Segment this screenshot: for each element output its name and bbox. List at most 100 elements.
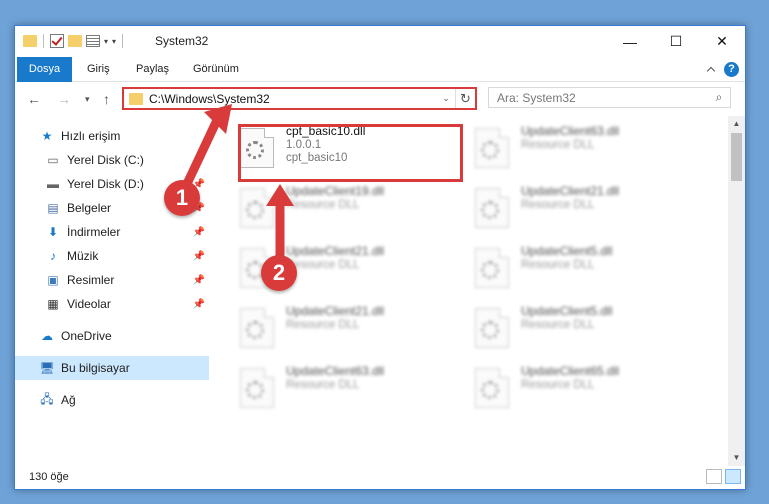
cloud-icon: ☁: [41, 329, 53, 343]
view-list-icon[interactable]: [86, 35, 100, 47]
sidebar-item-music[interactable]: ♪ Müzik 📌: [15, 244, 209, 268]
chevron-up-icon[interactable]: [706, 65, 716, 75]
list-item[interactable]: UpdateClient19.dll Resource DLL: [240, 184, 465, 242]
sidebar-item-quick-access[interactable]: ★ Hızlı erişim: [15, 124, 209, 148]
file-meta: UpdateClient63.dll Resource DLL: [286, 364, 384, 422]
address-path[interactable]: C:\Windows\System32: [149, 92, 437, 106]
sidebar-item-local-disk-c[interactable]: ▭ Yerel Disk (C:) 📌: [15, 148, 209, 172]
sidebar-item-this-pc[interactable]: 🖥 Bu bilgisayar: [15, 356, 209, 380]
sidebar-item-label: Yerel Disk (D:): [67, 177, 144, 191]
properties-check-icon[interactable]: [50, 34, 64, 48]
sidebar-item-onedrive[interactable]: ☁ OneDrive: [15, 324, 209, 348]
pin-icon[interactable]: 📌: [193, 227, 205, 238]
folder-icon: [23, 35, 37, 47]
sidebar-item-label: İndirmeler: [67, 225, 121, 239]
file-description: Resource DLL: [521, 379, 595, 391]
pin-icon[interactable]: 📌: [193, 275, 205, 286]
sidebar-item-label: Ağ: [61, 393, 76, 407]
tab-home[interactable]: Giriş: [87, 57, 110, 82]
title-bar: ▾ ▾ System32 — ☐ ✕: [15, 26, 745, 57]
gear-icon: [246, 201, 264, 219]
recent-locations-icon[interactable]: ▾: [85, 94, 90, 105]
file-name: UpdateClient21.dll: [286, 244, 385, 258]
vertical-scrollbar[interactable]: ▲ ▼: [728, 116, 745, 466]
gear-icon: [481, 321, 499, 339]
gear-icon: [246, 381, 264, 399]
file-meta: UpdateClient5.dll Resource DLL: [521, 244, 612, 302]
folder-icon: [129, 92, 143, 105]
dll-file-icon: [240, 308, 274, 348]
address-bar[interactable]: C:\Windows\System32 ⌄ ↻: [122, 87, 477, 110]
gear-icon: [481, 381, 499, 399]
sidebar-item-videos[interactable]: ▦ Videolar 📌: [15, 292, 209, 316]
sidebar-item-label: Resimler: [67, 273, 115, 287]
scroll-up-icon[interactable]: ▲: [728, 116, 745, 132]
close-button[interactable]: ✕: [699, 26, 745, 57]
sidebar-item-label: Müzik: [67, 249, 99, 263]
refresh-icon[interactable]: ↻: [455, 89, 475, 108]
step-callout-1: 1: [164, 180, 200, 216]
tab-file[interactable]: Dosya: [17, 57, 72, 82]
file-name: UpdateClient63.dll: [286, 364, 385, 378]
pin-icon[interactable]: 📌: [193, 299, 205, 310]
view-switcher: [706, 469, 741, 484]
file-meta: UpdateClient63.dll Resource DLL: [521, 124, 619, 182]
dll-file-icon: [475, 308, 509, 348]
sidebar-item-label: OneDrive: [61, 329, 112, 343]
tab-view[interactable]: Görünüm: [193, 57, 239, 82]
ribbon-tabs: Dosya Giriş Paylaş Görünüm ?: [15, 57, 745, 82]
navigation-bar: ← → ▾ ↑ C:\Windows\System32 ⌄ ↻ Ara: Sys…: [15, 83, 745, 115]
navigation-pane: ★ Hızlı erişim ▭ Yerel Disk (C:) 📌 ▬ Yer…: [15, 116, 211, 466]
pictures-icon: ▣: [47, 273, 59, 287]
download-icon: ⬇: [47, 225, 59, 239]
help-icon[interactable]: ?: [724, 62, 739, 77]
list-item[interactable]: UpdateClient21.dll Resource DLL: [475, 184, 700, 242]
list-item[interactable]: UpdateClient65.dll Resource DLL: [475, 364, 700, 422]
dll-file-icon: [475, 368, 509, 408]
scroll-down-icon[interactable]: ▼: [728, 450, 745, 466]
list-item[interactable]: UpdateClient5.dll Resource DLL: [475, 304, 700, 362]
sidebar-item-network[interactable]: 🖧 Ağ: [15, 388, 209, 412]
tab-share[interactable]: Paylaş: [136, 57, 169, 82]
file-explorer-window: ▾ ▾ System32 — ☐ ✕ Dosya Giriş Paylaş Gö…: [14, 25, 746, 490]
maximize-button[interactable]: ☐: [653, 26, 699, 57]
search-box[interactable]: Ara: System32 ⌕: [488, 87, 731, 108]
file-name: UpdateClient5.dll: [521, 244, 613, 258]
sidebar-item-label: Bu bilgisayar: [61, 361, 130, 375]
customize-toolbar-icon[interactable]: ▾: [112, 37, 116, 46]
pin-icon[interactable]: 📌: [193, 251, 205, 262]
list-item[interactable]: UpdateClient63.dll Resource DLL: [475, 124, 700, 182]
sidebar-item-label: Hızlı erişim: [61, 129, 121, 143]
search-icon[interactable]: ⌕: [708, 90, 730, 105]
scroll-thumb[interactable]: [731, 133, 742, 181]
gear-icon: [481, 141, 499, 159]
sidebar-item-downloads[interactable]: ⬇ İndirmeler 📌: [15, 220, 209, 244]
minimize-button[interactable]: —: [607, 26, 653, 57]
up-arrow-icon[interactable]: ↑: [103, 91, 110, 107]
list-item[interactable]: UpdateClient5.dll Resource DLL: [475, 244, 700, 302]
video-icon: ▦: [47, 297, 59, 311]
file-name: UpdateClient19.dll: [286, 184, 385, 198]
file-name: UpdateClient63.dll: [521, 124, 620, 138]
chevron-down-icon[interactable]: ▾: [104, 37, 108, 46]
details-view-icon[interactable]: [706, 469, 722, 484]
pin-icon[interactable]: 📌: [193, 155, 205, 166]
ribbon-help-area: ?: [706, 62, 739, 77]
back-arrow-icon[interactable]: ←: [27, 91, 41, 107]
list-item[interactable]: UpdateClient63.dll Resource DLL: [240, 364, 465, 422]
tiles-view-icon[interactable]: [725, 469, 741, 484]
search-input[interactable]: Ara: System32: [497, 91, 708, 105]
file-meta: UpdateClient21.dll Resource DLL: [286, 304, 384, 362]
chevron-down-icon[interactable]: ⌄: [437, 93, 455, 104]
file-description: Resource DLL: [521, 199, 595, 211]
file-description: Resource DLL: [286, 319, 360, 331]
gear-icon: [481, 261, 499, 279]
quick-access-toolbar: ▾ ▾: [23, 32, 125, 50]
list-item[interactable]: UpdateClient21.dll Resource DLL: [240, 304, 465, 362]
new-folder-icon[interactable]: [68, 35, 82, 47]
dll-file-icon: [475, 188, 509, 228]
dll-file-icon: [475, 248, 509, 288]
forward-arrow-icon[interactable]: →: [57, 91, 71, 107]
sidebar-item-pictures[interactable]: ▣ Resimler 📌: [15, 268, 209, 292]
sidebar-item-label: Belgeler: [67, 201, 112, 215]
